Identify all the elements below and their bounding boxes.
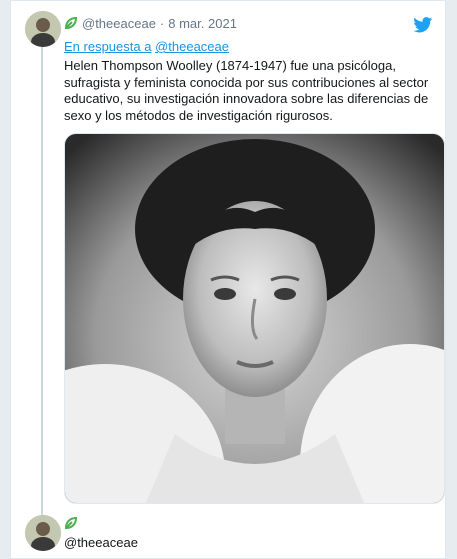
brand-leaf-icon	[64, 516, 78, 530]
thread-connector-line	[41, 47, 43, 515]
reply-context[interactable]: En respuesta a @theeaceae	[64, 39, 229, 54]
twitter-bird-icon[interactable]	[413, 17, 433, 33]
tweet-text: Helen Thompson Woolley (1874-1947) fue u…	[64, 58, 429, 123]
reply-target-handle[interactable]: @theeaceae	[155, 39, 229, 54]
tweet-thread-card: @theeaceae · 8 mar. 2021 En respuesta a …	[10, 0, 446, 559]
tweet-header: @theeaceae · 8 mar. 2021	[64, 14, 237, 32]
reply-tweet-handle[interactable]: @theeaceae	[64, 535, 138, 550]
brand-leaf-icon	[64, 16, 78, 30]
reply-prefix: En respuesta a	[64, 39, 152, 54]
dot-separator: ·	[159, 15, 165, 31]
tweet-date[interactable]: 8 mar. 2021	[168, 16, 237, 31]
reply-avatar[interactable]	[25, 515, 61, 551]
portrait-photo	[65, 134, 444, 503]
avatar[interactable]	[25, 11, 61, 47]
tweet-photo[interactable]	[64, 133, 445, 504]
tweet-handle[interactable]: @theeaceae	[82, 16, 156, 31]
